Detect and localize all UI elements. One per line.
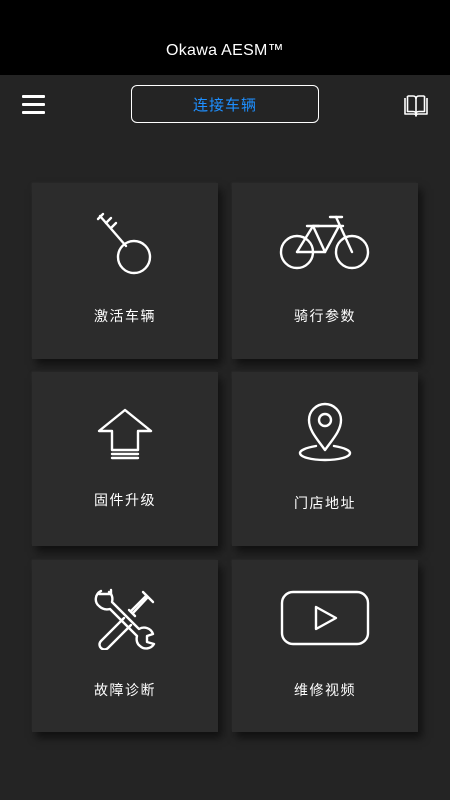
tile-label: 故障诊断 (94, 683, 156, 699)
key-icon (96, 212, 152, 275)
tile-firmware-upgrade[interactable]: 固件升级 (32, 372, 218, 546)
bicycle-icon (279, 215, 370, 270)
tools-icon (94, 588, 156, 650)
tile-fault-diagnosis[interactable]: 故障诊断 (32, 560, 218, 732)
location-pin-icon (298, 402, 352, 462)
app-title-bar: Okawa AESM™ (0, 0, 450, 75)
tile-label: 骑行参数 (294, 309, 356, 325)
tile-label: 维修视频 (294, 683, 356, 699)
tile-store-address[interactable]: 门店地址 (232, 372, 418, 546)
tile-riding-parameters[interactable]: 骑行参数 (232, 183, 418, 359)
tile-activate-vehicle[interactable]: 激活车辆 (32, 183, 218, 359)
upgrade-arrow-icon (97, 408, 153, 460)
app-title: Okawa AESM™ (165, 42, 284, 59)
connect-vehicle-label: 连接车辆 (192, 95, 257, 114)
tile-label: 激活车辆 (94, 309, 156, 325)
toolbar: 连接车辆 (0, 75, 450, 135)
book-icon[interactable] (402, 94, 430, 118)
tile-label: 固件升级 (94, 493, 156, 509)
tile-repair-videos[interactable]: 维修视频 (232, 560, 418, 732)
hamburger-menu-icon[interactable] (20, 93, 48, 117)
tile-label: 门店地址 (294, 496, 356, 512)
connect-vehicle-button[interactable]: 连接车辆 (131, 85, 319, 123)
video-play-icon (280, 590, 370, 646)
